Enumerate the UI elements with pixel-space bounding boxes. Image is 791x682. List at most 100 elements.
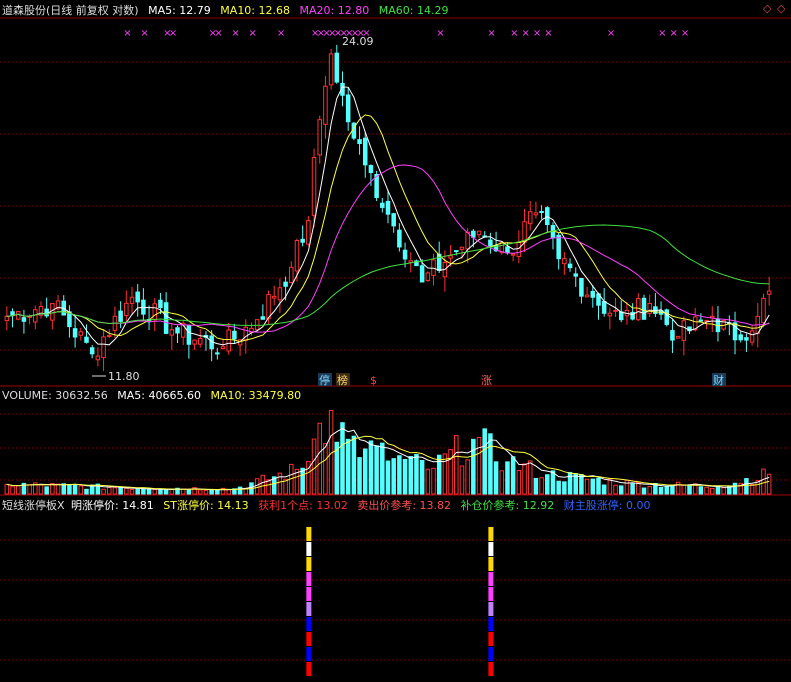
candle-body-119 [681,320,687,341]
close-icon[interactable]: ◇ [777,2,785,15]
sell-readout: 卖出价参考: 13.82 [357,499,452,512]
volume-ma5-readout: MA5: 40665.60 [117,389,201,402]
add-position-readout: 补仓价参考: 12.92 [460,499,555,512]
signal-marker-22: × [522,28,530,39]
signal-marker-27: × [669,28,677,39]
ma60-readout: MA60: 14.29 [378,4,449,17]
candle-body-55 [317,119,322,156]
ma20-readout: MA20: 12.80 [299,4,370,17]
candle-body-63 [362,137,368,166]
signal-marker-28: × [681,28,689,39]
volume-bar-41 [237,486,243,495]
volume-bar-6 [38,484,44,495]
volume-bar-97 [556,480,561,495]
volume-bar-72 [414,453,419,495]
candle-body-60 [345,94,351,123]
indicator-segment-1-7 [488,632,494,646]
candle-body-22 [129,296,135,304]
volume-bar-134 [766,473,772,495]
indicator-segment-0-1 [306,542,312,556]
candle-body-118 [675,335,681,339]
candle-body-79 [454,250,459,253]
volume-bar-35 [203,489,209,495]
volume-bar-118 [675,481,681,495]
candle-body-34 [198,338,203,345]
volume-bar-120 [687,484,692,495]
volume-bar-17 [101,488,106,495]
candle-body-67 [385,200,391,215]
volume-readout: VOLUME: 30632.56 [2,389,108,402]
volume-bar-95 [545,474,550,495]
volume-bar-70 [402,458,408,495]
volume-bar-96 [550,470,556,495]
candle-body-7 [44,308,49,317]
volume-bar-79 [454,435,459,495]
candle-body-52 [300,238,305,243]
volume-bar-34 [198,489,203,495]
indicator-segment-1-6 [488,617,494,631]
volume-bar-133 [761,468,766,495]
volume-bar-119 [681,484,687,495]
candle-body-94 [539,210,544,213]
signal-marker-23: × [533,28,541,39]
volume-ma10-readout: MA10: 33479.80 [210,389,302,402]
candle-body-93 [533,212,539,216]
volume-bar-92 [527,460,533,495]
main-limit-readout: 财主股涨停: 0.00 [563,499,651,512]
volume-bar-105 [601,484,607,495]
limit-up-readout: 明涨停价: 14.81 [71,499,154,512]
candle-body-32 [186,325,192,345]
diamond-icon[interactable]: ◇ [763,2,771,15]
volume-bar-94 [539,477,544,495]
indicator-segment-1-2 [488,557,494,571]
volume-bar-63 [362,448,368,495]
candle-body-122 [698,319,704,322]
event-label-bang: 榜 [337,373,348,387]
candle-body-16 [95,355,101,361]
volume-bar-67 [385,460,391,495]
signal-marker-21: × [510,28,518,39]
volume-bar-13 [78,485,84,495]
candle-body-53 [306,220,311,245]
candle-body-100 [573,273,578,277]
volume-bar-124 [710,487,715,495]
candle-body-133 [761,297,766,324]
signal-marker-8: × [277,28,285,39]
candle-body-21 [124,302,129,317]
event-label-ting: 停 [319,373,330,387]
volume-bar-61 [351,435,357,495]
candle-body-50 [289,266,294,283]
volume-bar-44 [254,478,260,495]
signal-marker-3: × [169,28,177,39]
candle-body-2 [15,311,21,320]
volume-bar-14 [84,488,89,495]
event-label-zhang: 涨 [481,374,492,387]
volume-bar-108 [618,485,624,495]
volume-bar-113 [647,486,652,495]
volume-bar-2 [15,485,21,495]
candle-body-91 [522,221,527,243]
volume-bar-77 [442,453,448,495]
candle-body-37 [215,352,220,355]
candle-body-129 [738,334,743,341]
volume-bar-59 [340,422,345,495]
indicator-segment-0-9 [306,662,312,676]
volume-bar-111 [636,482,641,495]
candle-body-51 [294,240,300,272]
signal-marker-25: × [607,28,615,39]
candle-body-130 [744,337,749,341]
indicator-segment-1-9 [488,662,494,676]
volume-bar-45 [260,474,266,495]
volume-bar-68 [391,458,396,495]
volume-bar-90 [516,470,522,495]
signal-marker-0: × [123,28,131,39]
volume-bar-48 [277,472,283,495]
volume-bar-1 [10,486,15,495]
indicator-name: 短线涨停板X [2,499,65,512]
volume-bar-21 [124,487,129,495]
volume-bar-106 [607,478,613,495]
candle-body-48 [277,287,283,301]
volume-bar-56 [323,443,328,495]
volume-bar-86 [493,461,499,495]
indicator-segment-0-8 [306,647,312,661]
